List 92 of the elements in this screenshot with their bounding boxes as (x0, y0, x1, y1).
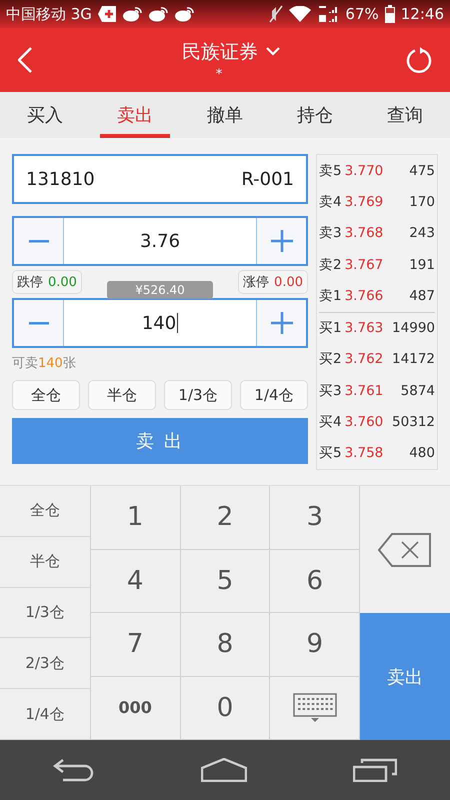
order-volume: 191 (409, 256, 435, 273)
order-price: 3.767 (344, 256, 384, 273)
minus-button[interactable] (14, 300, 64, 346)
back-icon[interactable] (53, 758, 95, 782)
order-label: 卖4 (319, 192, 342, 211)
plus-button[interactable] (256, 300, 306, 346)
order-price: 3.761 (344, 382, 384, 399)
plus-card-icon (98, 6, 116, 22)
logo-icon (148, 6, 168, 22)
price-field[interactable]: 3.76 (64, 218, 256, 264)
keyboard-icon (292, 692, 337, 723)
order-volume: 50312 (392, 414, 435, 430)
digit-key[interactable]: 9 (270, 613, 360, 676)
position-button[interactable]: 1/3仓 (164, 380, 232, 410)
refresh-icon[interactable] (406, 47, 432, 73)
order-price: 3.763 (344, 320, 384, 336)
stock-field[interactable]: 131810 R-001 (12, 154, 308, 204)
tab[interactable]: 撤单 (180, 92, 270, 138)
order-volume: 14172 (392, 351, 435, 368)
minus-icon (28, 322, 48, 324)
position-button[interactable]: 半仓 (88, 380, 156, 410)
order-volume: 480 (409, 445, 435, 462)
tab[interactable]: 卖出 (90, 92, 180, 138)
stock-code: 131810 (26, 168, 95, 190)
order-label: 买5 (319, 444, 342, 462)
stock-name: R-001 (241, 168, 294, 190)
order-label: 卖1 (319, 286, 342, 305)
sell-key[interactable]: 卖出 (360, 613, 450, 740)
order-volume: 487 (409, 288, 435, 304)
signal-icon (317, 5, 340, 23)
logo-icon (174, 6, 194, 22)
order-label: 买4 (319, 413, 342, 432)
order-volume: 475 (409, 162, 435, 179)
digit-key[interactable]: 2 (180, 486, 270, 550)
digit-key[interactable]: 7 (90, 613, 181, 676)
minus-button[interactable] (14, 218, 64, 264)
digit-key[interactable]: 000 (90, 676, 181, 740)
amount-tooltip: ¥526.40 (107, 281, 213, 299)
digit-key[interactable]: 0 (180, 676, 270, 740)
order-label: 买2 (319, 350, 342, 368)
order-price: 3.766 (344, 288, 384, 304)
tab[interactable]: 买入 (0, 92, 90, 138)
order-price: 3.769 (344, 194, 384, 210)
digit-key[interactable]: 5 (180, 550, 270, 613)
tab[interactable]: 持仓 (270, 92, 360, 138)
backspace-icon (378, 532, 432, 566)
mute-icon (269, 5, 284, 23)
keyboard-key[interactable] (270, 676, 360, 740)
minus-icon (28, 240, 48, 242)
available-text: 可卖140张 (12, 355, 77, 372)
digit-key[interactable]: 3 (270, 486, 360, 550)
battery-icon (384, 5, 395, 23)
plus-icon (270, 312, 292, 334)
account-text: * (216, 66, 222, 82)
limit-up-label: 涨停 (243, 274, 270, 291)
order-label: 卖2 (319, 256, 342, 274)
plus-button[interactable] (256, 218, 306, 264)
order-price: 3.770 (344, 162, 384, 179)
order-volume: 5874 (400, 382, 435, 399)
order-label: 卖5 (319, 162, 342, 180)
position-button[interactable]: 全仓 (12, 380, 80, 410)
sell-button[interactable]: 卖 出 (12, 418, 308, 464)
digit-key[interactable]: 8 (180, 613, 270, 676)
order-price: 3.760 (344, 414, 384, 430)
limit-up-value: 0.00 (274, 274, 303, 290)
order-price: 3.768 (344, 225, 384, 242)
position-button[interactable]: 1/4仓 (240, 380, 308, 410)
tab[interactable]: 查询 (360, 92, 450, 138)
wifi-icon (289, 6, 312, 22)
chevron-down-icon[interactable] (266, 47, 280, 56)
order-volume: 14990 (392, 320, 435, 336)
order-price: 3.758 (344, 445, 384, 462)
logo-icon (122, 6, 142, 22)
order-volume: 170 (409, 194, 435, 210)
recent-apps-icon[interactable] (353, 758, 397, 782)
broker-title[interactable]: 民族证券 (182, 38, 258, 64)
order-label: 卖3 (319, 224, 342, 242)
order-label: 买3 (319, 382, 342, 400)
order-label: 买1 (319, 319, 342, 338)
digit-key[interactable]: 4 (90, 550, 181, 613)
limit-down-label: 跌停 (17, 274, 43, 291)
quantity-field[interactable]: 140 (64, 300, 256, 346)
battery-percent: 67% (345, 5, 379, 23)
limit-down-value: 0.00 (48, 274, 77, 290)
digit-key[interactable]: 1 (90, 486, 181, 550)
home-icon[interactable] (201, 758, 247, 782)
plus-icon (270, 230, 292, 252)
order-volume: 243 (409, 225, 435, 242)
order-price: 3.762 (344, 351, 384, 368)
digit-key[interactable]: 6 (270, 550, 360, 613)
clock-text: 12:46 (400, 5, 444, 23)
carrier-text: 中国移动 3G (6, 4, 92, 24)
